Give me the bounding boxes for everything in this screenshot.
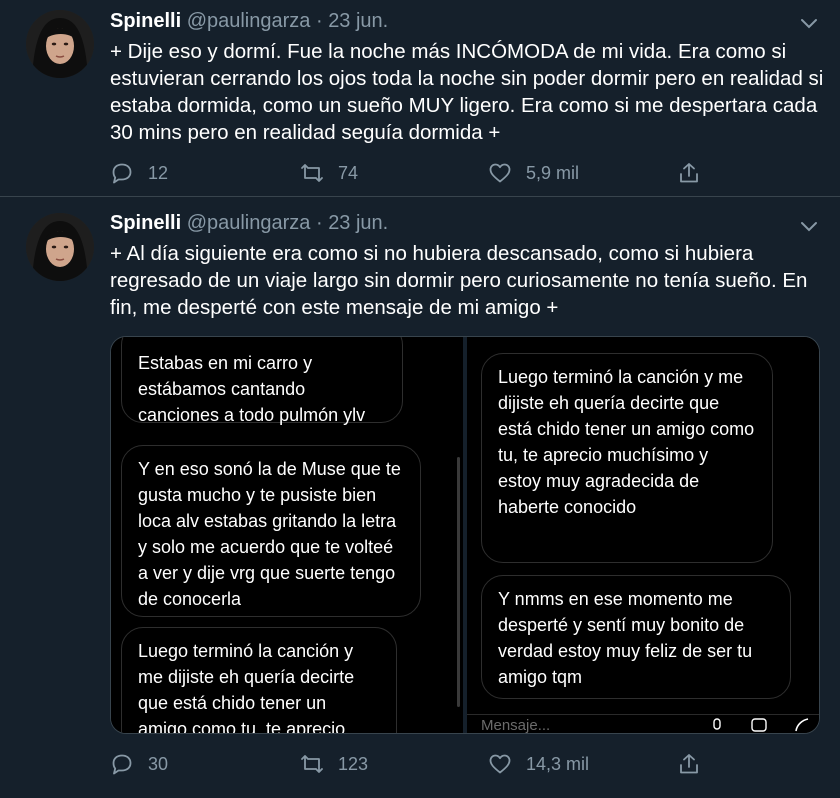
image-icon[interactable]	[751, 718, 767, 732]
tweet-text: + Al día siguiente era como si no hubier…	[110, 242, 808, 319]
chat-bubble: Y en eso sonó la de Muse que te gusta mu…	[121, 445, 421, 617]
reply-count: 12	[148, 162, 169, 183]
retweet-icon	[301, 164, 323, 182]
scrollbar[interactable]	[457, 457, 460, 707]
chat-bubble: Estabas en mi carro y estábamos cantando…	[121, 337, 403, 425]
message-input-bar[interactable]: Mensaje...	[467, 714, 819, 733]
like-button[interactable]: 14,3 mil	[488, 749, 589, 779]
retweet-button[interactable]: 123	[300, 749, 368, 779]
separator: ·	[315, 212, 329, 234]
retweet-button[interactable]: 74	[300, 158, 358, 188]
timestamp[interactable]: 23 jun.	[328, 10, 388, 32]
display-name[interactable]: Spinelli	[110, 10, 181, 32]
reply-icon	[112, 163, 132, 184]
share-icon	[680, 163, 698, 183]
chat-bubble: Y nmms en ese momento me desperté y sent…	[481, 575, 791, 699]
share-button[interactable]	[677, 158, 715, 188]
tweet-header: Spinelli @paulingarza · 23 jun.	[110, 212, 388, 240]
chat-screenshot-left[interactable]: Estabas en mi carro y estábamos cantando…	[111, 337, 463, 733]
reply-button[interactable]: 30	[110, 749, 168, 779]
retweet-count: 74	[338, 162, 359, 183]
display-name[interactable]: Spinelli	[110, 212, 181, 234]
like-icon	[489, 163, 511, 183]
reply-button[interactable]: 12	[110, 158, 168, 188]
retweet-icon	[301, 755, 323, 773]
reply-count: 30	[148, 753, 169, 774]
share-button[interactable]	[677, 749, 715, 779]
sticker-icon[interactable]	[793, 718, 809, 732]
share-icon	[680, 754, 698, 774]
handle[interactable]: @paulingarza	[187, 10, 311, 32]
message-input-placeholder: Mensaje...	[481, 717, 551, 733]
tweet-actions: 12 74 5,9 mil	[110, 158, 710, 188]
retweet-count: 123	[338, 753, 369, 774]
chevron-down-icon[interactable]	[798, 12, 820, 34]
tweet[interactable]: Spinelli @paulingarza · 23 jun. + Dije e…	[0, 0, 840, 197]
chevron-down-icon[interactable]	[798, 215, 820, 237]
like-count: 5,9 mil	[526, 162, 580, 183]
like-icon	[489, 754, 511, 774]
chat-screenshot-right[interactable]: Luego terminó la canción y me dijiste eh…	[467, 337, 819, 733]
separator: ·	[315, 10, 329, 32]
tweet[interactable]: Spinelli @paulingarza · 23 jun. + Al día…	[0, 197, 840, 798]
like-count: 14,3 mil	[526, 753, 590, 774]
chat-bubble: Luego terminó la canción y me dijiste eh…	[481, 353, 773, 563]
reply-icon	[112, 754, 132, 775]
avatar[interactable]	[26, 213, 94, 281]
tweet-header: Spinelli @paulingarza · 23 jun.	[110, 10, 388, 38]
avatar[interactable]	[26, 10, 94, 78]
timestamp[interactable]: 23 jun.	[328, 212, 388, 234]
chat-bubble: Luego terminó la canción y me dijiste eh…	[121, 627, 397, 733]
microphone-icon[interactable]	[709, 718, 725, 732]
tweet-text: + Dije eso y dormí. Fue la noche más INC…	[110, 40, 824, 144]
handle[interactable]: @paulingarza	[187, 212, 311, 234]
tweet-actions: 30 123 14,3 mil	[110, 749, 710, 779]
tweet-media[interactable]: Estabas en mi carro y estábamos cantando…	[110, 336, 820, 734]
like-button[interactable]: 5,9 mil	[488, 158, 579, 188]
